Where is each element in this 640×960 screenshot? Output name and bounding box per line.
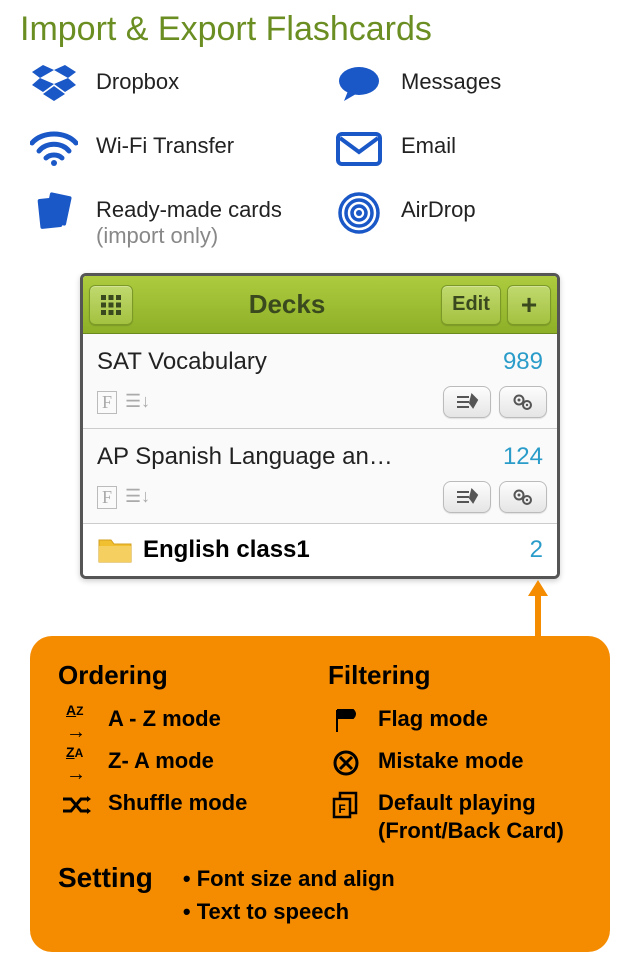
service-dropbox: Dropbox	[30, 61, 315, 109]
folder-icon	[97, 536, 133, 564]
filtering-heading: Filtering	[328, 660, 582, 691]
deck-item[interactable]: AP Spanish Language an… 124 F ☰↓	[83, 429, 557, 524]
deck-indicators: F ☰↓	[97, 486, 150, 509]
deck-title: AP Spanish Language an…	[97, 443, 393, 471]
navbar-grid-button[interactable]	[89, 285, 133, 325]
email-icon	[335, 125, 383, 173]
service-messages: Messages	[335, 61, 620, 109]
ordering-heading: Ordering	[58, 660, 312, 691]
filtering-label: Mistake mode	[378, 747, 524, 776]
deck-edit-button[interactable]	[443, 386, 491, 418]
deck-edit-button[interactable]	[443, 481, 491, 513]
ordering-label: Z- A mode	[108, 747, 214, 776]
deck-title: SAT Vocabulary	[97, 348, 267, 376]
wifi-icon	[30, 125, 78, 173]
cards-icon	[30, 189, 78, 237]
service-label: Dropbox	[96, 61, 179, 95]
list-indicator-icon: ☰↓	[125, 486, 150, 509]
default-playing-icon: F	[328, 789, 364, 821]
service-label: AirDrop	[401, 189, 476, 223]
front-indicator-icon: F	[97, 391, 117, 414]
setting-bullet: • Font size and align	[183, 862, 395, 895]
deck-count: 989	[503, 348, 543, 376]
list-indicator-icon: ☰↓	[125, 391, 150, 414]
callout: Ordering AZ→ A - Z mode ZA→ Z- A mode Shuf…	[30, 636, 610, 952]
service-airdrop: AirDrop	[335, 189, 620, 237]
folder-count: 2	[530, 536, 543, 564]
setting-bullet: • Text to speech	[183, 895, 395, 928]
service-label: Email	[401, 125, 456, 159]
service-wifi: Wi-Fi Transfer	[30, 125, 315, 173]
navbar-edit-button[interactable]: Edit	[441, 285, 501, 325]
page-title: Import & Export Flashcards	[0, 0, 640, 49]
deck-indicators: F ☰↓	[97, 391, 150, 414]
deck-count: 124	[503, 443, 543, 471]
deck-item[interactable]: SAT Vocabulary 989 F ☰↓	[83, 334, 557, 429]
messages-icon	[335, 61, 383, 109]
deck-settings-button[interactable]	[499, 481, 547, 513]
filtering-label: Default playing (Front/Back Card)	[378, 789, 582, 846]
svg-text:F: F	[338, 802, 345, 816]
navbar-add-button[interactable]: +	[507, 285, 551, 325]
navbar: Decks Edit +	[83, 276, 557, 334]
services-grid: Dropbox Wi-Fi Transfer Ready-made cards …	[0, 49, 640, 273]
service-sub: (import only)	[96, 223, 282, 249]
flag-icon	[328, 705, 364, 737]
device-frame: Decks Edit + SAT Vocabulary 989 F ☰↓ AP …	[80, 273, 560, 579]
folder-name: English class1	[143, 536, 530, 564]
service-label: Ready-made cards	[96, 189, 282, 223]
setting-heading: Setting	[58, 862, 153, 894]
az-icon: AZ→	[58, 705, 94, 737]
service-label: Messages	[401, 61, 501, 95]
za-icon: ZA→	[58, 747, 94, 779]
service-readymade: Ready-made cards (import only)	[30, 189, 315, 249]
filtering-label: Flag mode	[378, 705, 488, 734]
dropbox-icon	[30, 61, 78, 109]
shuffle-icon	[58, 789, 94, 821]
folder-item[interactable]: English class1 2	[83, 524, 557, 576]
airdrop-icon	[335, 189, 383, 237]
navbar-title: Decks	[133, 289, 441, 320]
ordering-label: Shuffle mode	[108, 789, 247, 818]
ordering-label: A - Z mode	[108, 705, 221, 734]
mistake-icon	[328, 747, 364, 779]
callout-arrow	[528, 580, 548, 640]
front-indicator-icon: F	[97, 486, 117, 509]
service-email: Email	[335, 125, 620, 173]
service-label: Wi-Fi Transfer	[96, 125, 234, 159]
deck-settings-button[interactable]	[499, 386, 547, 418]
